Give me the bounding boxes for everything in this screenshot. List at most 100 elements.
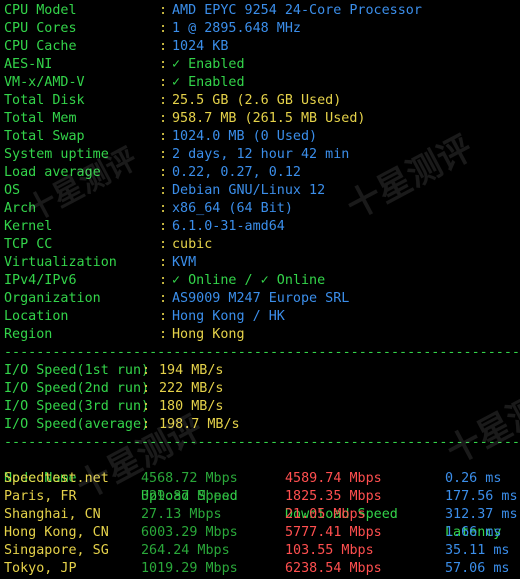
io-speed-section: I/O Speed(1st run):194 MB/s I/O Speed(2nd… [4, 362, 520, 434]
info-row: Total Mem:958.7 MB (261.5 MB Used) [4, 110, 520, 128]
info-separator: : [159, 3, 168, 18]
info-label: VM-x/AMD-V [4, 75, 85, 90]
info-value: 1024 KB [172, 39, 229, 54]
info-separator: : [159, 327, 168, 342]
info-row: OS: Debian GNU/Linux 12 [4, 182, 520, 200]
divider-line: ----------------------------------------… [4, 345, 520, 360]
info-value: Debian GNU/Linux 12 [172, 183, 326, 198]
table-row: Tokyo, JP 1019.29 Mbps 6238.54 Mbps 57.06 m… [4, 560, 520, 578]
info-label: Load average [4, 165, 101, 180]
info-row: CPU Cores:1 @ 2895.648 MHz [4, 20, 520, 38]
info-separator: : [159, 111, 168, 126]
latency: 177.56 ms [445, 489, 518, 504]
info-label: OS [4, 183, 21, 198]
info-value: AMD EPYC 9254 24-Core Processor [172, 3, 422, 18]
io-separator: : [142, 381, 151, 396]
info-value: AS9009 M247 Europe SRL [172, 291, 350, 306]
node-name: Singapore, SG [4, 543, 109, 558]
info-value: ✓ Enabled [172, 57, 245, 72]
table-row: Shanghai, CN 27.13 Mbps 21.05 Mbps 312.37 m… [4, 506, 520, 524]
node-name: Speedtest.net [4, 471, 109, 486]
info-separator: : [159, 21, 168, 36]
info-value: 25.5 GB (2.6 GB Used) [172, 93, 342, 108]
divider-line: ----------------------------------------… [4, 435, 520, 450]
info-row: Organization: AS9009 M247 Europe SRL [4, 290, 520, 308]
info-label: Location [4, 309, 69, 324]
io-separator: : [142, 417, 151, 432]
io-separator: : [142, 363, 151, 378]
io-value: 198.7 MB/s [159, 417, 240, 432]
info-separator: : [159, 75, 168, 90]
io-row: I/O Speed(1st run):194 MB/s [4, 362, 520, 380]
info-label: CPU Cores [4, 21, 77, 36]
upload-speed: 1019.29 Mbps [141, 561, 238, 576]
node-name: Paris, FR [4, 489, 77, 504]
info-row: IPv4/IPv6: ✓ Online / ✓ Online [4, 272, 520, 290]
latency: 0.26 ms [445, 471, 502, 486]
info-separator: : [159, 57, 168, 72]
info-separator: : [159, 219, 168, 234]
speedtest-header: Node Name Upload Speed Download Speed La… [4, 452, 520, 540]
upload-speed: 4568.72 Mbps [141, 471, 238, 486]
info-separator: : [159, 309, 168, 324]
table-row: Hong Kong, CN 6003.29 Mbps 5777.41 Mbps 1.6… [4, 524, 520, 542]
info-value: cubic [172, 237, 213, 252]
info-label: Virtualization [4, 255, 117, 270]
info-label: Arch [4, 201, 37, 216]
info-separator: : [159, 291, 168, 306]
info-row: VM-x/AMD-V: ✓ Enabled [4, 74, 520, 92]
latency: 57.06 ms [445, 561, 510, 576]
info-row: Load average:0.22, 0.27, 0.12 [4, 164, 520, 182]
node-name: Shanghai, CN [4, 507, 101, 522]
table-row: Singapore, SG 264.24 Mbps 103.55 Mbps 35.11… [4, 542, 520, 560]
latency: 312.37 ms [445, 507, 518, 522]
table-row: Speedtest.net 4568.72 Mbps 4589.74 Mbps 0.2… [4, 470, 520, 488]
info-label: Total Disk [4, 93, 85, 108]
io-value: 194 MB/s [159, 363, 224, 378]
terminal-output: CPU Model: AMD EPYC 9254 24-Core Processo… [4, 2, 520, 578]
info-label: Kernel [4, 219, 53, 234]
info-value: 1 @ 2895.648 MHz [172, 21, 301, 36]
info-separator: : [159, 147, 168, 162]
info-value: KVM [172, 255, 197, 270]
info-row: AES-NI: ✓ Enabled [4, 56, 520, 74]
info-separator: : [159, 255, 168, 270]
io-value: 222 MB/s [159, 381, 224, 396]
info-value: 6.1.0-31-amd64 [172, 219, 285, 234]
info-separator: : [159, 273, 168, 288]
info-separator: : [159, 237, 168, 252]
speedtest-table: Speedtest.net 4568.72 Mbps 4589.74 Mbps 0.2… [4, 470, 520, 578]
info-separator: : [159, 39, 168, 54]
io-separator: : [142, 399, 151, 414]
info-value: ✓ Online / ✓ Online [172, 273, 326, 288]
io-label: I/O Speed(average) [4, 417, 150, 432]
info-row: CPU Cache:1024 KB [4, 38, 520, 56]
system-info-section: CPU Model: AMD EPYC 9254 24-Core Processo… [4, 2, 520, 344]
io-row: I/O Speed(average):198.7 MB/s [4, 416, 520, 434]
info-value: 2 days, 12 hour 42 min [172, 147, 350, 162]
info-label: AES-NI [4, 57, 53, 72]
upload-speed: 329.87 Mbps [141, 489, 230, 504]
download-speed: 6238.54 Mbps [285, 561, 382, 576]
download-speed: 5777.41 Mbps [285, 525, 382, 540]
info-separator: : [159, 201, 168, 216]
download-speed: 1825.35 Mbps [285, 489, 382, 504]
io-value: 180 MB/s [159, 399, 224, 414]
info-row: Kernel:6.1.0-31-amd64 [4, 218, 520, 236]
io-label: I/O Speed(1st run) [4, 363, 150, 378]
info-value: x86_64 (64 Bit) [172, 201, 293, 216]
info-value: 1024.0 MB (0 Used) [172, 129, 318, 144]
info-label: Organization [4, 291, 101, 306]
info-label: Total Mem [4, 111, 77, 126]
io-label: I/O Speed(2nd run) [4, 381, 150, 396]
info-row: System uptime:2 days, 12 hour 42 min [4, 146, 520, 164]
latency: 1.66 ms [445, 525, 502, 540]
info-row: Virtualization: KVM [4, 254, 520, 272]
io-row: I/O Speed(2nd run):222 MB/s [4, 380, 520, 398]
info-row: TCP CC: cubic [4, 236, 520, 254]
info-label: System uptime [4, 147, 109, 162]
info-value: ✓ Enabled [172, 75, 245, 90]
info-label: IPv4/IPv6 [4, 273, 77, 288]
info-separator: : [159, 129, 168, 144]
node-name: Tokyo, JP [4, 561, 77, 576]
